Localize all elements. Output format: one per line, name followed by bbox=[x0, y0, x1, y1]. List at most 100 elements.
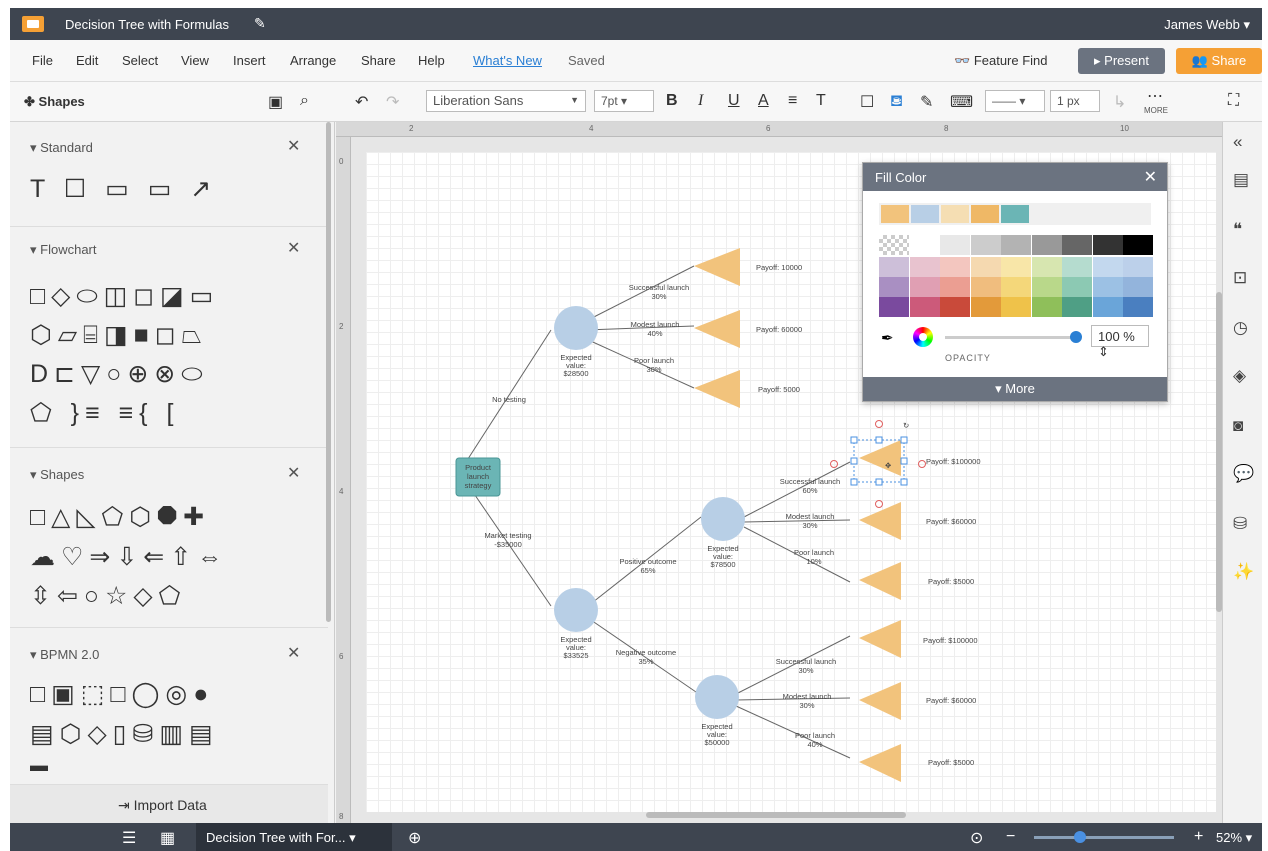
shape-row[interactable]: ▬ bbox=[30, 755, 54, 776]
quote-icon[interactable]: ❝ bbox=[1233, 220, 1242, 240]
line-width-select[interactable]: 1 px bbox=[1050, 90, 1100, 112]
color-swatch[interactable] bbox=[1123, 257, 1153, 277]
menu-select[interactable]: Select bbox=[122, 53, 158, 68]
folder-icon[interactable] bbox=[22, 16, 44, 32]
shape-row[interactable]: □△◺⬠⬡⯃✚ bbox=[30, 502, 210, 532]
underline-icon[interactable]: U bbox=[728, 92, 740, 110]
style-icon[interactable]: ⌨ bbox=[950, 92, 973, 112]
section-title[interactable]: ▾ Standard bbox=[30, 140, 93, 156]
section-title[interactable]: ▾ BPMN 2.0 bbox=[30, 647, 99, 663]
color-swatch[interactable] bbox=[1031, 277, 1062, 297]
zoom-level[interactable]: 52% ▾ bbox=[1216, 830, 1252, 846]
font-size-select[interactable]: 7pt ▾ bbox=[594, 90, 654, 112]
color-swatch[interactable] bbox=[940, 235, 970, 255]
user-menu[interactable]: James Webb ▾ bbox=[1164, 17, 1250, 33]
resize-handle[interactable] bbox=[900, 457, 908, 465]
add-page-icon[interactable]: ⊕ bbox=[408, 828, 421, 848]
color-swatch[interactable] bbox=[1092, 235, 1123, 255]
zoom-slider-handle[interactable] bbox=[1074, 831, 1086, 843]
whats-new-link[interactable]: What's New bbox=[473, 53, 542, 68]
color-swatch[interactable] bbox=[940, 297, 970, 317]
color-swatch[interactable] bbox=[941, 205, 969, 223]
color-swatch[interactable] bbox=[881, 205, 909, 223]
color-swatch[interactable] bbox=[1062, 235, 1092, 255]
color-swatch[interactable] bbox=[1092, 297, 1123, 317]
shape-row[interactable]: ⬡▱⌸◨■◻⏢ bbox=[30, 320, 208, 350]
font-family-select[interactable]: Liberation Sans ▼ bbox=[426, 90, 586, 112]
opacity-slider-handle[interactable] bbox=[1070, 331, 1082, 343]
section-title[interactable]: ▾ Shapes bbox=[30, 467, 84, 483]
color-swatch[interactable] bbox=[1031, 235, 1062, 255]
menu-arrange[interactable]: Arrange bbox=[290, 53, 336, 68]
color-swatch[interactable] bbox=[879, 297, 909, 317]
presentation-icon[interactable]: ⊡ bbox=[1233, 268, 1247, 288]
resize-handle[interactable] bbox=[850, 436, 858, 444]
redo-icon[interactable]: ↷ bbox=[386, 92, 399, 112]
comment-icon[interactable]: 💬 bbox=[1233, 464, 1254, 484]
chance-node[interactable] bbox=[554, 588, 598, 632]
opacity-input[interactable]: 100 % ⇕ bbox=[1091, 325, 1149, 359]
color-swatch[interactable] bbox=[1062, 297, 1092, 317]
share-button[interactable]: 👥 Share bbox=[1176, 48, 1262, 74]
fill-bucket-icon[interactable]: ⛾ bbox=[890, 92, 903, 112]
color-swatch[interactable] bbox=[970, 257, 1001, 277]
document-title[interactable]: Decision Tree with Formulas bbox=[65, 17, 229, 32]
section-title[interactable]: ▾ Flowchart bbox=[30, 242, 97, 258]
menu-help[interactable]: Help bbox=[418, 53, 445, 68]
color-swatch[interactable] bbox=[879, 235, 909, 255]
shape-row[interactable]: □◇⬭◫◻◪▭ bbox=[30, 281, 219, 311]
payoff-triangle[interactable] bbox=[694, 370, 740, 408]
rotate-icon[interactable]: ↻ bbox=[903, 421, 909, 430]
import-data-button[interactable]: ⇥ Import Data bbox=[10, 784, 328, 823]
shape-row[interactable]: ▤⬡◇▯⛁▥▤ bbox=[30, 719, 219, 749]
menu-insert[interactable]: Insert bbox=[233, 53, 266, 68]
fullscreen-icon[interactable]: ⛶ bbox=[1228, 92, 1239, 110]
fill-page-icon[interactable]: ◙ bbox=[1233, 416, 1243, 436]
color-swatch[interactable] bbox=[940, 277, 970, 297]
menu-edit[interactable]: Edit bbox=[76, 53, 98, 68]
text-color-icon[interactable]: A bbox=[758, 92, 769, 110]
close-icon[interactable]: ✕ bbox=[1144, 167, 1157, 187]
connection-point[interactable] bbox=[830, 460, 838, 468]
page-icon[interactable]: ▤ bbox=[1233, 170, 1249, 190]
shape-row[interactable]: ⬠ }≡ ≡{ [ bbox=[30, 398, 179, 428]
undo-icon[interactable]: ↶ bbox=[355, 92, 368, 112]
rename-pencil-icon[interactable]: ✎ bbox=[254, 15, 266, 32]
menu-file[interactable]: File bbox=[32, 53, 53, 68]
resize-handle[interactable] bbox=[900, 478, 908, 486]
color-swatch[interactable] bbox=[1001, 235, 1031, 255]
chance-node[interactable] bbox=[695, 675, 739, 719]
page-tab[interactable]: Decision Tree with For... ▾ bbox=[196, 823, 392, 851]
connection-point[interactable] bbox=[875, 500, 883, 508]
color-swatch[interactable] bbox=[1123, 277, 1153, 297]
resize-handle[interactable] bbox=[850, 478, 858, 486]
shape-row[interactable]: D⊏▽○⊕⊗⬭ bbox=[30, 359, 209, 389]
menu-share[interactable]: Share bbox=[361, 53, 396, 68]
clock-icon[interactable]: ◷ bbox=[1233, 318, 1248, 338]
resize-handle[interactable] bbox=[850, 457, 858, 465]
payoff-triangle[interactable] bbox=[859, 620, 901, 658]
color-swatch[interactable] bbox=[1123, 297, 1153, 317]
payoff-triangle[interactable] bbox=[859, 744, 901, 782]
connection-point[interactable] bbox=[875, 420, 883, 428]
line-style-select[interactable]: —— ▾ bbox=[985, 90, 1045, 112]
color-swatch[interactable] bbox=[1031, 257, 1062, 277]
color-swatch[interactable] bbox=[911, 205, 939, 223]
data-icon[interactable]: ⛁ bbox=[1233, 514, 1247, 534]
zoom-out-icon[interactable]: − bbox=[1006, 828, 1015, 846]
resize-handle[interactable] bbox=[900, 436, 908, 444]
color-swatch[interactable] bbox=[879, 277, 909, 297]
search-icon[interactable]: ⌕ bbox=[300, 92, 309, 110]
chance-node[interactable] bbox=[554, 306, 598, 350]
color-swatch[interactable] bbox=[1031, 297, 1062, 317]
color-swatch[interactable] bbox=[1062, 257, 1092, 277]
shape-row[interactable]: □▣⬚□◯◎● bbox=[30, 679, 214, 709]
color-swatch[interactable] bbox=[1123, 235, 1153, 255]
eyedropper-icon[interactable]: ✒ bbox=[881, 329, 894, 347]
shape-row[interactable]: ☁♡⇒⇩⇐⇧⇔ bbox=[30, 542, 228, 572]
connection-point[interactable] bbox=[918, 460, 926, 468]
shape-border-icon[interactable]: ☐ bbox=[860, 92, 874, 112]
zoom-slider[interactable] bbox=[1034, 836, 1174, 839]
image-icon[interactable]: ▣ bbox=[268, 92, 283, 112]
color-swatch[interactable] bbox=[1001, 297, 1031, 317]
